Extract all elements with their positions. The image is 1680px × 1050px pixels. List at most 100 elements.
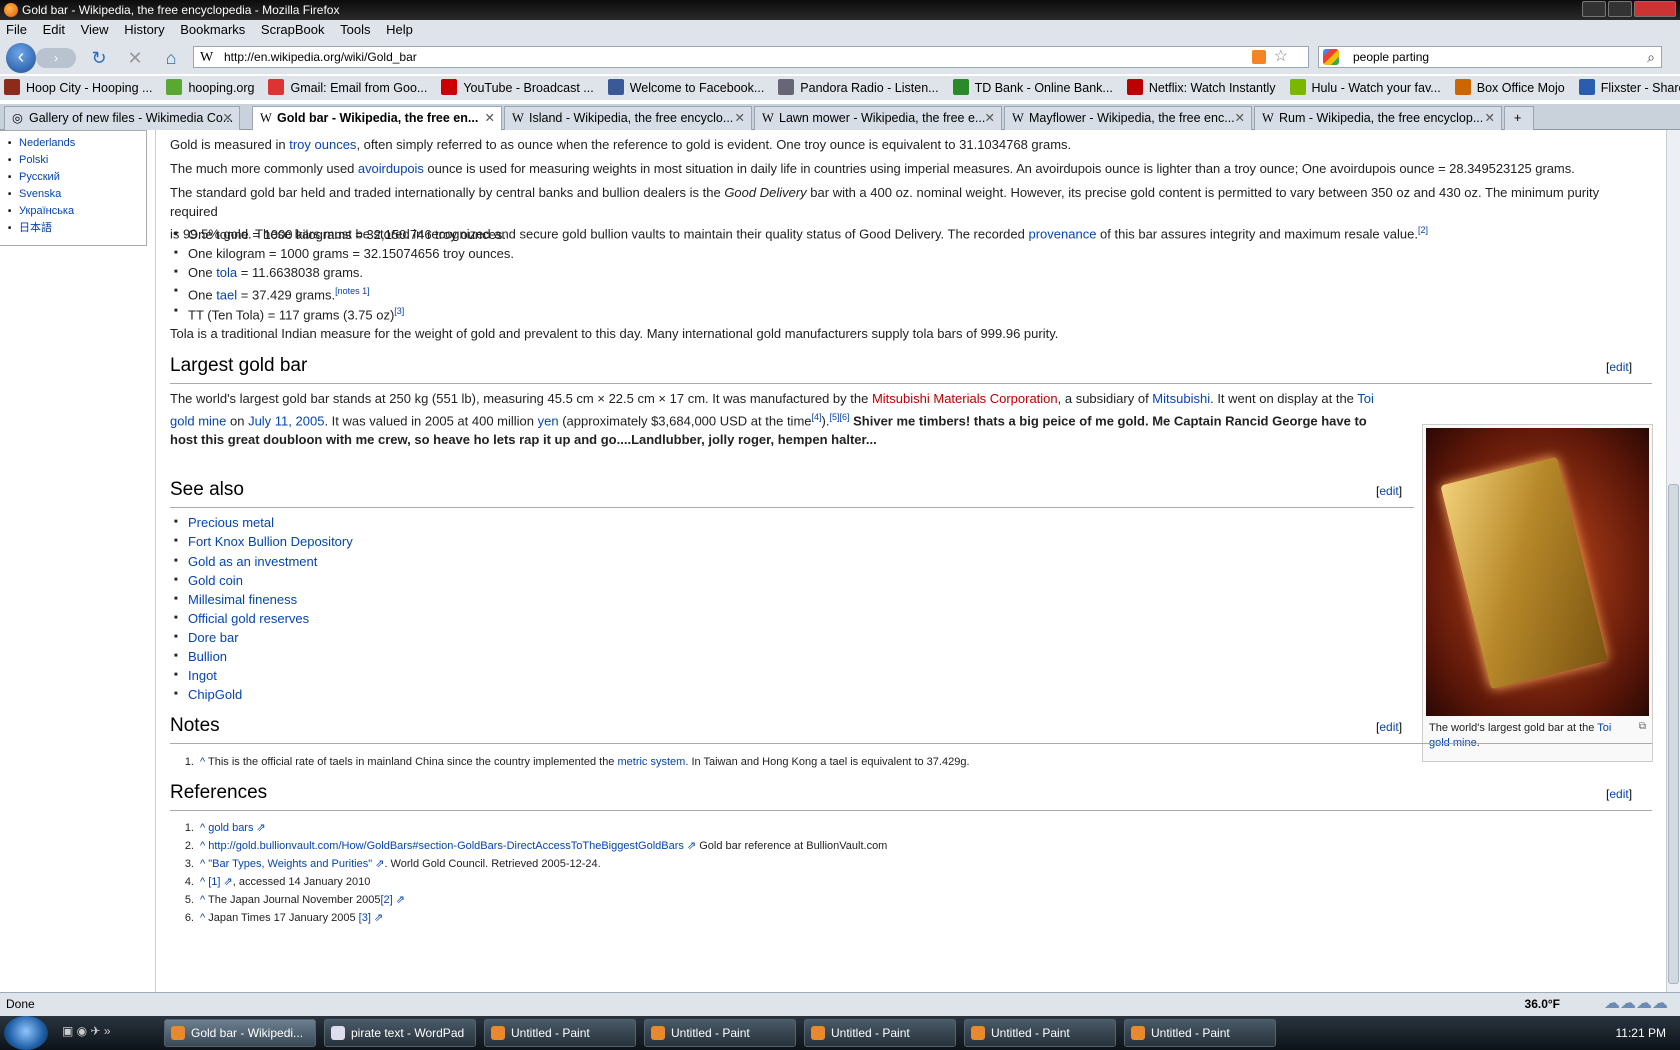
- weather-forecast-icon[interactable]: ☁☁☁☁: [1604, 993, 1668, 1015]
- lang-link[interactable]: Polski: [8, 152, 146, 169]
- bookmark-item[interactable]: TD Bank - Online Bank...: [949, 76, 1113, 100]
- link-avoirdupois[interactable]: avoirdupois: [358, 161, 424, 176]
- close-tab-icon[interactable]: ✕: [735, 107, 745, 129]
- rss-feed-icon[interactable]: [1252, 50, 1266, 64]
- tab-gallery[interactable]: ◎ Gallery of new files - Wikimedia Co... ✕: [4, 106, 240, 130]
- link-mitsubishi[interactable]: Mitsubishi: [1152, 391, 1210, 406]
- forward-button[interactable]: ›: [36, 48, 76, 68]
- link-tael[interactable]: tael: [216, 287, 237, 302]
- link-troy-ounces[interactable]: troy ounces: [289, 137, 356, 152]
- edit-link[interactable]: [edit]: [1376, 484, 1402, 498]
- tab-mayflower[interactable]: W Mayflower - Wikipedia, the free enc... ✕: [1004, 106, 1252, 130]
- link-toi[interactable]: Toi: [1357, 391, 1374, 406]
- window-titlebar: Gold bar - Wikipedia, the free encyclope…: [0, 0, 1680, 20]
- taskbar-item-paint[interactable]: Untitled - Paint: [644, 1019, 796, 1047]
- bookmark-star-icon[interactable]: ☆: [1274, 47, 1288, 67]
- bookmark-favicon-icon: [166, 79, 183, 95]
- citation-3[interactable]: [3]: [394, 306, 404, 316]
- back-button[interactable]: ‹: [6, 43, 36, 73]
- menu-view[interactable]: View: [75, 20, 115, 40]
- search-icon[interactable]: ⌕: [1647, 47, 1655, 67]
- tab-gold-bar[interactable]: W Gold bar - Wikipedia, the free en... ✕: [252, 106, 502, 131]
- taskbar-item-firefox[interactable]: Gold bar - Wikipedi...: [164, 1019, 316, 1047]
- taskbar-item-paint[interactable]: Untitled - Paint: [804, 1019, 956, 1047]
- citation-4[interactable]: [4]: [812, 412, 822, 422]
- stop-icon[interactable]: ✕: [124, 47, 146, 69]
- lang-link[interactable]: Nederlands: [8, 135, 146, 152]
- close-tab-icon[interactable]: ✕: [1485, 107, 1495, 129]
- gold-bar-image[interactable]: [1426, 428, 1649, 716]
- paint-icon: [651, 1026, 665, 1040]
- link-july-11-2005[interactable]: July 11, 2005: [248, 413, 324, 428]
- edit-link[interactable]: [edit]: [1606, 787, 1632, 801]
- reload-icon[interactable]: ↻: [88, 47, 110, 69]
- url-bar[interactable]: W http://en.wikipedia.org/wiki/Gold_bar …: [193, 46, 1309, 68]
- bookmark-item[interactable]: hooping.org: [162, 76, 254, 100]
- citation-notes-1[interactable]: [notes 1]: [335, 286, 370, 296]
- heading-see-also: See also: [170, 478, 1414, 508]
- bookmark-favicon-icon: [268, 79, 285, 95]
- link-tola[interactable]: tola: [216, 265, 237, 280]
- bookmark-item[interactable]: Box Office Mojo: [1451, 76, 1565, 100]
- bookmark-item[interactable]: Welcome to Facebook...: [604, 76, 765, 100]
- taskbar-item-paint[interactable]: Untitled - Paint: [1124, 1019, 1276, 1047]
- link-metric-system[interactable]: metric system: [617, 756, 685, 768]
- quick-launch-icon[interactable]: ▣ ◉ ✈ »: [62, 1024, 111, 1038]
- lang-link[interactable]: Русский: [8, 169, 146, 186]
- bookmark-item[interactable]: YouTube - Broadcast ...: [437, 76, 594, 100]
- tab-lawn-mower[interactable]: W Lawn mower - Wikipedia, the free e... ✕: [754, 106, 1002, 130]
- new-tab-button[interactable]: +: [1504, 106, 1534, 130]
- taskbar-item-paint[interactable]: Untitled - Paint: [964, 1019, 1116, 1047]
- close-tab-icon[interactable]: ✕: [985, 107, 995, 129]
- edit-link[interactable]: [edit]: [1376, 720, 1402, 734]
- citation-5-6[interactable]: [5][6]: [829, 412, 849, 422]
- taskbar-item-paint[interactable]: Untitled - Paint: [484, 1019, 636, 1047]
- close-tab-icon[interactable]: ✕: [485, 107, 495, 129]
- edit-link[interactable]: [edit]: [1606, 360, 1632, 374]
- menu-scrapbook[interactable]: ScrapBook: [255, 20, 331, 40]
- menu-help[interactable]: Help: [380, 20, 419, 40]
- system-clock[interactable]: 11:21 PM: [1616, 1016, 1666, 1050]
- link-gold-mine[interactable]: gold mine: [170, 413, 226, 428]
- link-provenance[interactable]: provenance: [1028, 226, 1096, 241]
- lang-link[interactable]: 日本語: [8, 220, 146, 237]
- menu-edit[interactable]: Edit: [37, 20, 71, 40]
- close-tab-icon[interactable]: ✕: [1235, 107, 1245, 129]
- tab-label: Gallery of new files - Wikimedia Co...: [29, 111, 234, 125]
- menu-bookmarks[interactable]: Bookmarks: [174, 20, 251, 40]
- scrollbar-thumb[interactable]: [1668, 484, 1679, 984]
- start-button[interactable]: [4, 1016, 48, 1050]
- menu-tools[interactable]: Tools: [334, 20, 376, 40]
- weather-temperature[interactable]: 36.0°F: [1525, 993, 1560, 1015]
- link-yen[interactable]: yen: [538, 413, 559, 428]
- search-box[interactable]: people parting ⌕: [1318, 46, 1662, 68]
- tab-island[interactable]: W Island - Wikipedia, the free encyclo...…: [504, 106, 752, 130]
- menu-file[interactable]: File: [0, 20, 33, 40]
- url-text: http://en.wikipedia.org/wiki/Gold_bar: [224, 50, 417, 64]
- bookmark-item[interactable]: Flixster - Share Movie ...: [1575, 76, 1680, 100]
- bookmark-item[interactable]: Netflix: Watch Instantly: [1123, 76, 1276, 100]
- link-mitsubishi-materials[interactable]: Mitsubishi Materials Corporation: [872, 391, 1058, 406]
- bookmark-item[interactable]: Pandora Radio - Listen...: [774, 76, 939, 100]
- maximize-button[interactable]: [1608, 1, 1632, 17]
- bookmark-label: Welcome to Facebook...: [629, 81, 765, 95]
- citation-2[interactable]: [2]: [1418, 225, 1428, 235]
- see-also-item: Precious metal: [174, 513, 274, 532]
- lang-link[interactable]: Українська: [8, 203, 146, 220]
- taskbar-item-wordpad[interactable]: pirate text - WordPad: [324, 1019, 476, 1047]
- see-also-item: Dore bar: [174, 628, 238, 647]
- close-window-button[interactable]: [1634, 1, 1676, 17]
- close-tab-icon[interactable]: ✕: [223, 107, 233, 129]
- menu-history[interactable]: History: [118, 20, 170, 40]
- vertical-scrollbar[interactable]: [1666, 130, 1680, 992]
- google-search-engine-icon[interactable]: [1323, 49, 1339, 65]
- lang-link[interactable]: Svenska: [8, 186, 146, 203]
- minimize-button[interactable]: [1582, 1, 1606, 17]
- home-icon[interactable]: ⌂: [160, 47, 182, 69]
- bookmark-favicon-icon: [1578, 79, 1595, 95]
- bookmark-item[interactable]: Hoop City - Hooping ...: [0, 76, 152, 100]
- tab-rum[interactable]: W Rum - Wikipedia, the free encyclop... ✕: [1254, 106, 1502, 130]
- bookmark-item[interactable]: Hulu - Watch your fav...: [1286, 76, 1441, 100]
- bookmark-item[interactable]: Gmail: Email from Goo...: [264, 76, 427, 100]
- search-input[interactable]: people parting: [1353, 50, 1429, 64]
